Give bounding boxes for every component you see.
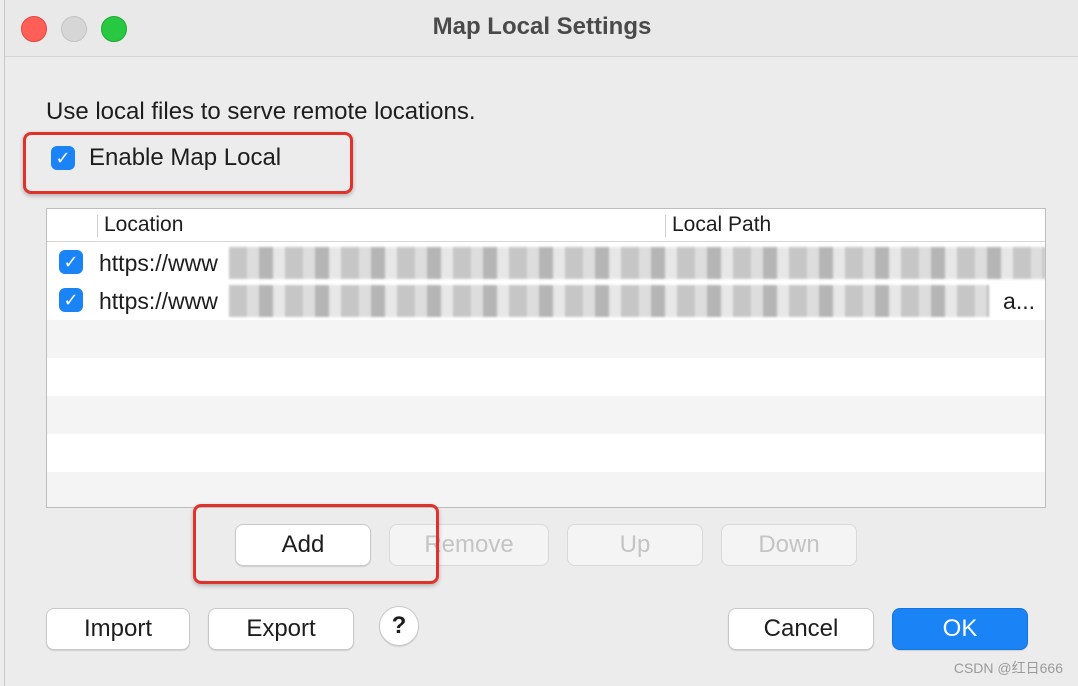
table-header: Location Local Path	[47, 209, 1045, 242]
redacted-content	[229, 247, 1045, 279]
help-button[interactable]: ?	[379, 606, 419, 646]
table-row[interactable]: ✓ https://www	[47, 244, 1045, 282]
map-local-settings-window: Map Local Settings Use local files to se…	[4, 0, 1078, 686]
empty-row	[47, 396, 1045, 434]
row-local-path-end: a...	[1003, 288, 1035, 314]
empty-row	[47, 434, 1045, 472]
column-header-location[interactable]: Location	[104, 213, 183, 237]
down-button[interactable]: Down	[721, 524, 857, 566]
row-location: https://www	[99, 250, 218, 276]
import-button[interactable]: Import	[46, 608, 190, 650]
cancel-button[interactable]: Cancel	[728, 608, 874, 650]
redacted-content	[229, 285, 989, 317]
table-row[interactable]: ✓ https://www a...	[47, 282, 1045, 320]
row-enabled-checkbox[interactable]: ✓	[59, 250, 83, 274]
mappings-table[interactable]: Location Local Path ✓ https://www ✓ http…	[46, 208, 1046, 508]
empty-row	[47, 358, 1045, 396]
up-button[interactable]: Up	[567, 524, 703, 566]
window-title: Map Local Settings	[432, 13, 652, 40]
column-divider[interactable]	[665, 215, 666, 237]
annotation-highlight-add	[193, 504, 439, 584]
ok-button[interactable]: OK	[892, 608, 1028, 650]
column-header-local-path[interactable]: Local Path	[672, 213, 771, 237]
watermark-text: CSDN @红日666	[953, 660, 1063, 676]
annotation-highlight-enable	[23, 132, 353, 194]
title-bar: Map Local Settings	[5, 0, 1078, 57]
row-enabled-checkbox[interactable]: ✓	[59, 288, 83, 312]
empty-row	[47, 320, 1045, 358]
empty-row	[47, 472, 1045, 507]
row-location: https://www	[99, 288, 218, 314]
description-text: Use local files to serve remote location…	[46, 98, 476, 125]
column-divider[interactable]	[97, 215, 98, 237]
export-button[interactable]: Export	[208, 608, 354, 650]
